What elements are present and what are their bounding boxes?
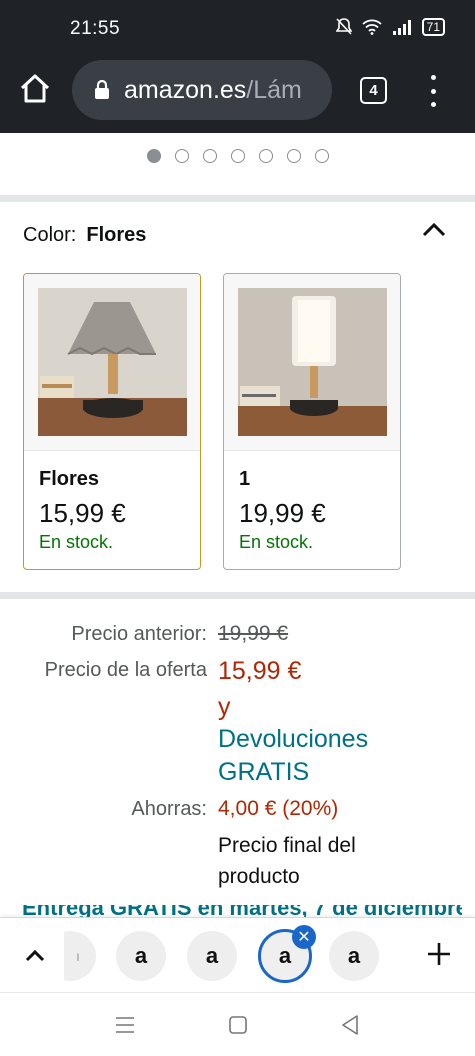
- carousel-dot[interactable]: [314, 149, 329, 163]
- tab-switcher-button[interactable]: 4: [360, 77, 387, 104]
- option-stock: En stock.: [39, 532, 114, 552]
- product-thumbnail: [24, 274, 200, 451]
- option-name: Flores: [39, 468, 100, 490]
- free-returns-link[interactable]: Devoluciones GRATIS: [218, 723, 368, 789]
- chevron-up-icon[interactable]: [24, 948, 46, 964]
- color-selector-header[interactable]: Color: Flores: [23, 224, 146, 247]
- new-tab-icon[interactable]: [424, 939, 454, 969]
- carousel-dot[interactable]: [258, 149, 273, 163]
- back-icon[interactable]: [340, 1014, 360, 1036]
- url-host: amazon.es: [124, 75, 247, 104]
- battery-indicator: 71: [421, 18, 445, 36]
- url-bar[interactable]: amazon.es/Lám: [72, 60, 332, 120]
- tab-thumbnail[interactable]: a: [116, 931, 166, 981]
- final-price-line1: Precio final del: [218, 834, 356, 857]
- carousel-dot[interactable]: [174, 149, 189, 163]
- wifi-icon: [362, 19, 382, 35]
- home-nav-icon[interactable]: [228, 1015, 248, 1035]
- option-price: 19,99 €: [239, 498, 326, 528]
- free-returns-line1: Devoluciones: [218, 725, 369, 753]
- browser-menu-icon[interactable]: [425, 75, 441, 107]
- section-divider: [0, 195, 475, 202]
- carousel-dot[interactable]: [202, 149, 217, 163]
- browser-topbar: 21:55 71 amazon.es/Lám 4: [0, 0, 475, 133]
- signal-icon: [392, 20, 411, 35]
- tab-thumbnail[interactable]: a: [329, 931, 379, 981]
- delivery-text-cut: Entrega GRATIS en martes, 7 de diciembre: [22, 905, 462, 917]
- free-returns-line2: GRATIS: [218, 758, 310, 786]
- lamp-cylinder-image: [237, 288, 387, 436]
- image-carousel-dots: [0, 149, 475, 163]
- lamp-pleated-image: [37, 288, 187, 436]
- chevron-up-icon[interactable]: [420, 220, 448, 240]
- deal-price-value: 15,99 €: [218, 657, 302, 685]
- carousel-dot[interactable]: [286, 149, 301, 163]
- system-nav-bar: [0, 992, 475, 1056]
- url-path: /Lám: [246, 75, 302, 104]
- carousel-dot[interactable]: [230, 149, 245, 163]
- color-label: Color:: [23, 224, 77, 246]
- final-price-note: Precio final del producto: [218, 830, 356, 892]
- lock-icon: [95, 80, 109, 99]
- deal-price-label: Precio de la oferta: [44, 659, 207, 681]
- section-divider: [0, 592, 475, 599]
- carousel-dot[interactable]: [146, 149, 161, 163]
- final-price-line2: producto: [218, 865, 300, 888]
- savings-value: 4,00 € (20%): [218, 797, 339, 820]
- color-option-flores[interactable]: Flores 15,99 € En stock.: [23, 273, 201, 570]
- previous-price-value: 19,99 €: [218, 622, 289, 645]
- color-selected-value: Flores: [86, 224, 147, 246]
- option-name: 1: [239, 468, 251, 490]
- home-icon[interactable]: [18, 72, 52, 106]
- tab-thumbnail[interactable]: a: [187, 931, 237, 981]
- tab-strip: ı a a a ✕ a: [0, 917, 475, 992]
- status-icons: 71: [335, 18, 445, 36]
- savings-label: Ahorras:: [131, 798, 207, 820]
- recents-icon[interactable]: [114, 1015, 136, 1035]
- mute-bell-icon: [335, 18, 352, 35]
- previous-price-label: Precio anterior:: [71, 623, 207, 645]
- returns-conjunction: y: [218, 693, 231, 721]
- product-thumbnail: [224, 274, 400, 451]
- option-stock: En stock.: [239, 532, 314, 552]
- tab-thumbnail-partial[interactable]: ı: [64, 931, 96, 981]
- close-tab-icon[interactable]: ✕: [292, 925, 316, 949]
- option-price: 15,99 €: [39, 498, 126, 528]
- color-option-1[interactable]: 1 19,99 € En stock.: [223, 273, 401, 570]
- status-time: 21:55: [70, 18, 121, 39]
